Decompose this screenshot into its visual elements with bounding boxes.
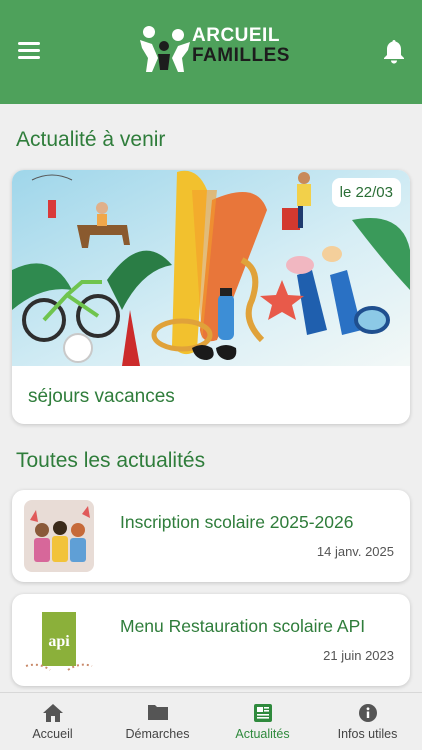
- tab-actualites[interactable]: Actualités: [210, 693, 315, 750]
- all-news-section-title: Toutes les actualités: [16, 449, 206, 472]
- family-logo-icon: [140, 26, 190, 72]
- tab-infos-utiles[interactable]: Infos utiles: [315, 693, 420, 750]
- news-item-title: Inscription scolaire 2025-2026: [120, 512, 354, 532]
- tab-label: Démarches: [125, 727, 190, 741]
- featured-news-card[interactable]: le 22/03 séjours vacances: [12, 170, 410, 424]
- news-item-title: Menu Restauration scolaire API: [120, 616, 366, 636]
- newspaper-icon: [253, 704, 272, 722]
- featured-news-title: séjours vacances: [28, 386, 175, 407]
- bottom-tab-bar: Accueil Démarches Actualités Infos utile…: [0, 692, 422, 750]
- school-children-thumbnail: [24, 500, 94, 572]
- news-item[interactable]: Inscription scolaire 2025-2026 14 janv. …: [12, 490, 410, 582]
- api-logo-thumbnail: api: [24, 604, 94, 676]
- news-item-date: 21 juin 2023: [323, 648, 394, 663]
- app-logo: ARCUEIL FAMILLES: [138, 24, 290, 74]
- folder-icon: [147, 705, 168, 720]
- hamburger-icon: [18, 42, 40, 45]
- logo-text-familles: FAMILLES: [192, 45, 290, 66]
- upcoming-section-title: Actualité à venir: [16, 128, 166, 151]
- app-header: ARCUEIL FAMILLES: [0, 0, 422, 104]
- event-date-badge: le 22/03: [331, 178, 401, 207]
- tab-label: Actualités: [235, 727, 290, 741]
- menu-button[interactable]: [18, 42, 40, 60]
- tab-label: Accueil: [32, 727, 73, 741]
- api-logo-text: api: [48, 633, 70, 650]
- bell-icon[interactable]: [382, 38, 406, 64]
- news-item[interactable]: api Menu Restauration scolaire API 21 ju…: [12, 594, 410, 686]
- tab-accueil[interactable]: Accueil: [0, 693, 105, 750]
- tab-label: Infos utiles: [337, 727, 398, 741]
- logo-text-arcueil: ARCUEIL: [192, 25, 280, 46]
- home-icon: [42, 704, 63, 722]
- news-item-date: 14 janv. 2025: [316, 544, 394, 559]
- tab-demarches[interactable]: Démarches: [105, 693, 210, 750]
- info-icon: [358, 704, 377, 722]
